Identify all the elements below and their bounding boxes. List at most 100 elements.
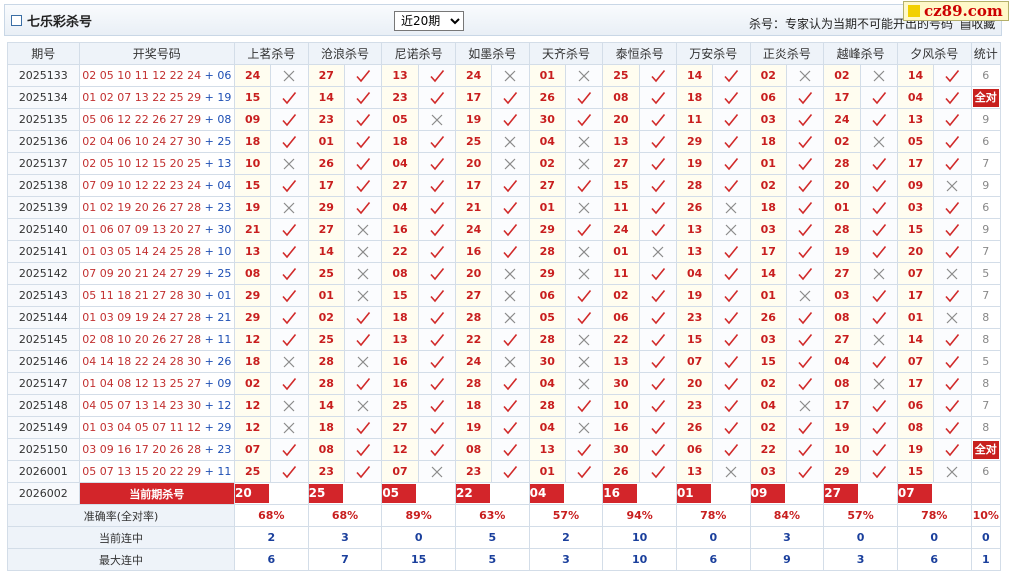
- kill-number-cell: 28: [454, 372, 493, 395]
- current-kill-number: 16: [603, 484, 638, 503]
- cross-icon: [873, 268, 885, 279]
- check-icon: [651, 91, 665, 104]
- check-icon: [282, 179, 297, 192]
- check-icon: [724, 377, 739, 390]
- logo-text: cz89.com: [924, 2, 1003, 20]
- stat-cell: 8: [970, 416, 1002, 439]
- kill-number-cell: 08: [454, 438, 493, 461]
- draw-main-numbers: 05 11 18 21 27 28 30: [82, 289, 202, 302]
- kill-number-cell: 25: [307, 262, 345, 285]
- miss-mark-cell: [564, 152, 604, 175]
- check-icon: [945, 157, 960, 170]
- check-icon: [651, 223, 665, 236]
- kill-number-cell: 18: [381, 130, 419, 153]
- kill-number-cell: 18: [381, 306, 419, 329]
- kill-number-cell: 19: [823, 240, 861, 263]
- draw-special-number: 06: [217, 69, 232, 82]
- period-range-select[interactable]: 近20期: [394, 11, 464, 31]
- hit-mark-cell: [417, 284, 456, 307]
- check-icon: [798, 333, 813, 346]
- current-kill-cell: 27: [823, 482, 898, 505]
- check-icon: [798, 267, 813, 280]
- hit-mark-cell: [785, 262, 825, 285]
- kill-number-cell: 06: [896, 394, 935, 417]
- cross-icon: [946, 466, 958, 477]
- period-cell: 2025148: [7, 394, 80, 417]
- draw-numbers-cell: 07 09 10 12 22 23 24 + 04: [78, 174, 236, 197]
- draw-main-numbers: 01 02 07 13 22 25 29: [82, 91, 202, 104]
- check-icon: [577, 289, 592, 302]
- draw-main-numbers: 01 04 08 12 13 25 27: [82, 377, 202, 390]
- miss-mark-cell: [785, 394, 825, 417]
- hit-mark-cell: [417, 86, 456, 109]
- kill-number-cell: 13: [528, 438, 566, 461]
- check-icon: [356, 333, 371, 346]
- check-icon: [430, 201, 444, 214]
- check-icon: [577, 223, 592, 236]
- draw-numbers-cell: 01 06 07 09 13 20 27 + 30: [78, 218, 236, 241]
- hit-mark-cell: [859, 108, 898, 131]
- miss-mark-cell: [491, 284, 530, 307]
- check-icon: [651, 355, 665, 368]
- hit-mark-cell: [417, 416, 456, 439]
- kill-number-cell: 17: [749, 240, 787, 263]
- kill-number-cell: 04: [823, 350, 861, 373]
- plus-sign: +: [201, 355, 218, 368]
- hit-mark-cell: [491, 394, 530, 417]
- stat-cell: 6: [970, 460, 1002, 483]
- draw-special-number: 29: [217, 421, 232, 434]
- hit-mark-cell: [785, 240, 825, 263]
- kill-number-cell: 01: [307, 284, 345, 307]
- kill-number-cell: 17: [454, 174, 493, 197]
- column-header: 越峰杀号: [823, 42, 898, 65]
- kill-number-cell: 18: [233, 130, 272, 153]
- miss-mark-cell: [564, 130, 604, 153]
- kill-number-cell: 07: [896, 262, 935, 285]
- table-row: 2025142 07 09 20 21 24 27 29 + 25 08 25 08 20…: [7, 262, 1002, 285]
- cross-icon: [578, 158, 590, 169]
- miss-mark-cell: [564, 328, 604, 351]
- draw-special-number: 04: [217, 179, 232, 192]
- check-icon: [651, 201, 665, 214]
- cross-icon: [578, 268, 590, 279]
- check-icon: [798, 245, 813, 258]
- check-icon: [798, 179, 813, 192]
- kill-number-cell: 14: [896, 328, 935, 351]
- plus-sign: +: [201, 443, 218, 456]
- check-icon: [651, 157, 665, 170]
- kill-number-cell: 07: [675, 350, 714, 373]
- cross-icon: [873, 378, 885, 389]
- kill-number-cell: 24: [454, 218, 493, 241]
- hit-mark-cell: [343, 416, 383, 439]
- hit-mark-cell: [564, 306, 604, 329]
- table-row: 2025147 01 04 08 12 13 25 27 + 09 02 28 16 28…: [7, 372, 1002, 395]
- check-icon: [577, 91, 592, 104]
- table-row: 2025146 04 14 18 22 24 28 30 + 26 18 28 16 24…: [7, 350, 1002, 373]
- check-icon: [798, 223, 813, 236]
- cross-icon: [284, 356, 295, 367]
- check-icon: [577, 399, 592, 412]
- kill-number-cell: 25: [454, 130, 493, 153]
- kill-number-cell: 18: [749, 196, 787, 219]
- period-cell: 2025137: [7, 152, 80, 175]
- draw-numbers-cell: 02 05 10 12 15 20 25 + 13: [78, 152, 236, 175]
- stat-cell: 8: [970, 306, 1002, 329]
- hit-mark-cell: [343, 174, 383, 197]
- hit-mark-cell: [638, 372, 677, 395]
- hit-mark-cell: [491, 438, 530, 461]
- kill-number-cell: 03: [749, 328, 787, 351]
- kill-number-cell: 09: [896, 174, 935, 197]
- plus-sign: +: [201, 135, 218, 148]
- check-icon: [430, 91, 444, 104]
- kill-number-cell: 12: [381, 438, 419, 461]
- kill-number-cell: 02: [233, 372, 272, 395]
- check-icon: [577, 311, 592, 324]
- hit-mark-cell: [638, 108, 677, 131]
- hit-mark-cell: [785, 86, 825, 109]
- hit-mark-cell: [343, 130, 383, 153]
- kill-number-cell: 13: [381, 64, 419, 87]
- hit-mark-cell: [859, 218, 898, 241]
- check-icon: [798, 377, 813, 390]
- hit-mark-cell: [491, 86, 530, 109]
- summary-value: 84%: [749, 504, 825, 527]
